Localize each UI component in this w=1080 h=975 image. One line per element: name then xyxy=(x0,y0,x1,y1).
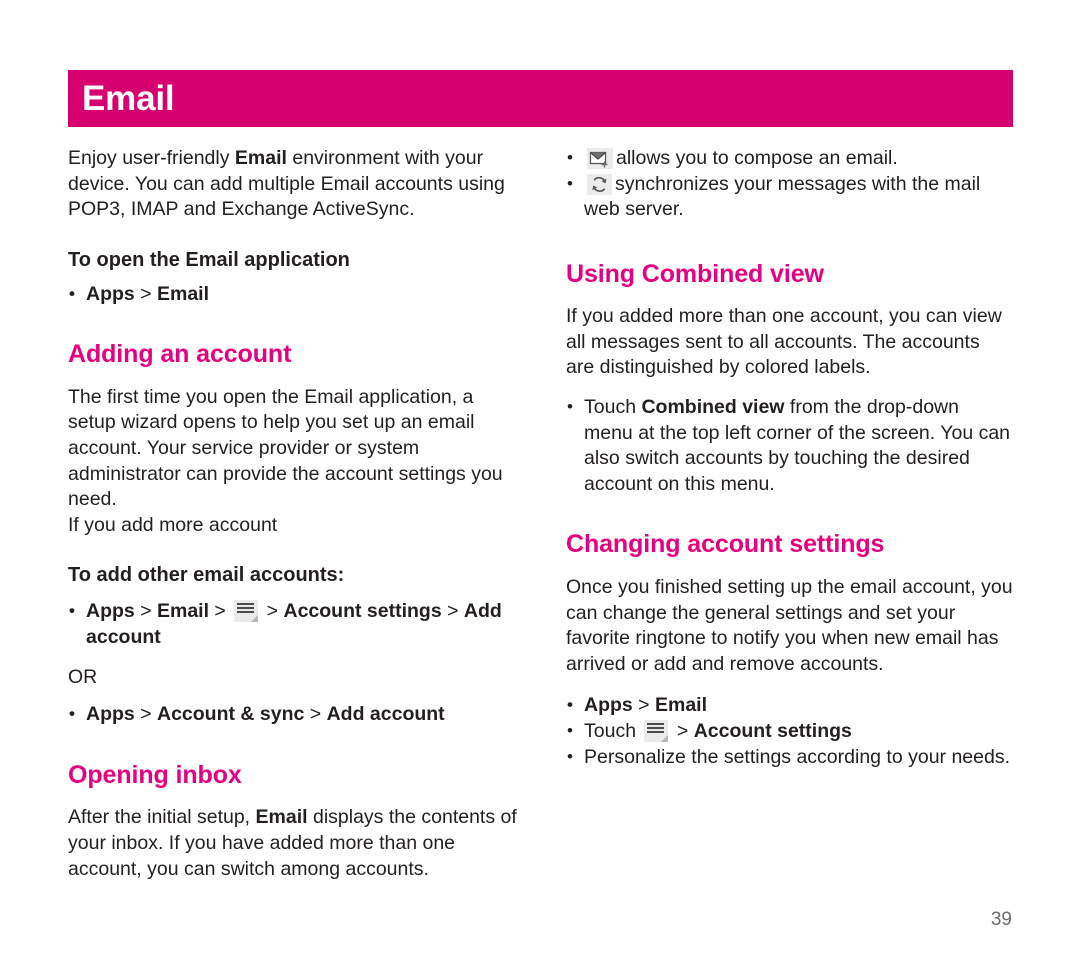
menu-icon-bar xyxy=(647,730,665,733)
path-separator-4: > xyxy=(441,600,464,623)
path-apps: Apps xyxy=(86,600,135,623)
compose-email-icon xyxy=(587,148,613,169)
adding-account-paragraph: The first time you open the Email applic… xyxy=(68,385,503,511)
left-column: Enjoy user-friendly Email environment wi… xyxy=(68,146,520,882)
touch-label: Touch xyxy=(584,719,642,742)
compose-email-description: allows you to compose an email. xyxy=(616,147,898,169)
path-separator: > xyxy=(632,694,655,717)
menu-icon-bar xyxy=(237,611,255,614)
menu-icon xyxy=(234,600,259,623)
path-separator-3: > xyxy=(261,600,284,623)
path-account-settings: Account settings xyxy=(693,719,852,742)
list-item-compose-email: allows you to compose an email. xyxy=(566,145,1013,172)
menu-icon-bar xyxy=(237,603,255,606)
open-app-bullet-list: Apps > Email xyxy=(68,281,520,308)
heading-using-combined-view: Using Combined view xyxy=(566,259,824,288)
path-email: Email xyxy=(654,694,708,717)
opening-inbox-part-1: After the initial setup, xyxy=(68,806,256,829)
path-separator-2: > xyxy=(304,703,327,726)
subhead-add-other-email-accounts: To add other email accounts: xyxy=(68,564,345,587)
subhead-open-email-application: To open the Email application xyxy=(68,248,350,271)
intro-paragraph: Enjoy user-friendly Email environment wi… xyxy=(68,146,520,223)
manual-page: Email Enjoy user-friendly Email environm… xyxy=(0,0,1080,975)
list-item-touch-combined-view: Touch Combined view from the drop-down m… xyxy=(566,394,1013,497)
right-column: allows you to compose an email. synchron… xyxy=(566,145,1013,771)
heading-changing-account-settings: Changing account settings xyxy=(566,530,885,559)
icon-feature-bullet-list: allows you to compose an email. synchron… xyxy=(566,145,1013,223)
add-other-bullet-list: Apps > Email > > Account settings > Add … xyxy=(68,598,520,650)
path-email: Email xyxy=(156,282,210,305)
path-apps: Apps xyxy=(86,282,135,305)
path-apps: Apps xyxy=(584,694,633,717)
or-label: OR xyxy=(68,665,98,688)
adding-account-paragraph-extra: If you add more account xyxy=(68,513,278,536)
list-item-apps-email-settings-add: Apps > Email > > Account settings > Add … xyxy=(68,598,520,650)
opening-inbox-paragraph: After the initial setup, Email displays … xyxy=(68,805,520,882)
list-item-apps-account-sync-add: Apps > Account & sync > Add account xyxy=(68,701,520,728)
opening-inbox-bold-email: Email xyxy=(255,806,308,829)
menu-icon-fold xyxy=(661,734,669,742)
menu-icon-bar xyxy=(237,607,255,610)
list-item-personalize-settings: Personalize the settings according to yo… xyxy=(566,744,1013,771)
menu-icon xyxy=(644,719,669,742)
list-item-apps-email: Apps > Email xyxy=(566,692,1013,719)
path-apps: Apps xyxy=(86,703,135,726)
menu-icon-bar xyxy=(647,726,665,729)
combined-view-part-1: Touch xyxy=(584,396,642,419)
list-item-sync-messages: synchronizes your messages with the mail… xyxy=(566,171,1013,223)
page-title: Email xyxy=(82,78,175,118)
path-separator-2: > xyxy=(209,600,232,623)
page-number: 39 xyxy=(990,909,1012,930)
combined-view-bold: Combined view xyxy=(641,396,785,419)
combined-view-paragraph: If you added more than one account, you … xyxy=(566,305,1002,379)
heading-opening-inbox: Opening inbox xyxy=(68,760,242,789)
changing-settings-bullet-list: Apps > Email Touch > Account settings Pe… xyxy=(566,692,1013,771)
sync-description: synchronizes your messages with the mail… xyxy=(584,172,981,221)
personalize-text: Personalize the settings according to yo… xyxy=(584,745,1011,768)
heading-adding-an-account: Adding an account xyxy=(68,340,292,369)
combined-view-bullet-list: Touch Combined view from the drop-down m… xyxy=(566,394,1013,497)
page-header-band: Email xyxy=(68,70,1013,127)
add-other-alt-bullet-list: Apps > Account & sync > Add account xyxy=(68,701,520,728)
sync-icon xyxy=(587,173,612,195)
path-account-sync: Account & sync xyxy=(156,703,305,726)
list-item-touch-account-settings: Touch > Account settings xyxy=(566,718,1013,745)
changing-settings-paragraph: Once you finished setting up the email a… xyxy=(566,575,1013,675)
list-item-apps-email: Apps > Email xyxy=(68,281,520,308)
path-account-settings: Account settings xyxy=(283,600,442,623)
path-separator-1: > xyxy=(134,600,157,623)
menu-icon-fold xyxy=(251,615,259,623)
intro-text-part-1: Enjoy user-friendly xyxy=(68,147,235,169)
path-add-account: Add account xyxy=(326,703,445,726)
path-email: Email xyxy=(156,600,210,623)
intro-bold-email: Email xyxy=(234,147,287,169)
path-separator: > xyxy=(134,282,157,305)
path-separator-1: > xyxy=(134,703,157,726)
menu-icon-bar xyxy=(647,722,665,725)
path-separator: > xyxy=(671,719,694,742)
